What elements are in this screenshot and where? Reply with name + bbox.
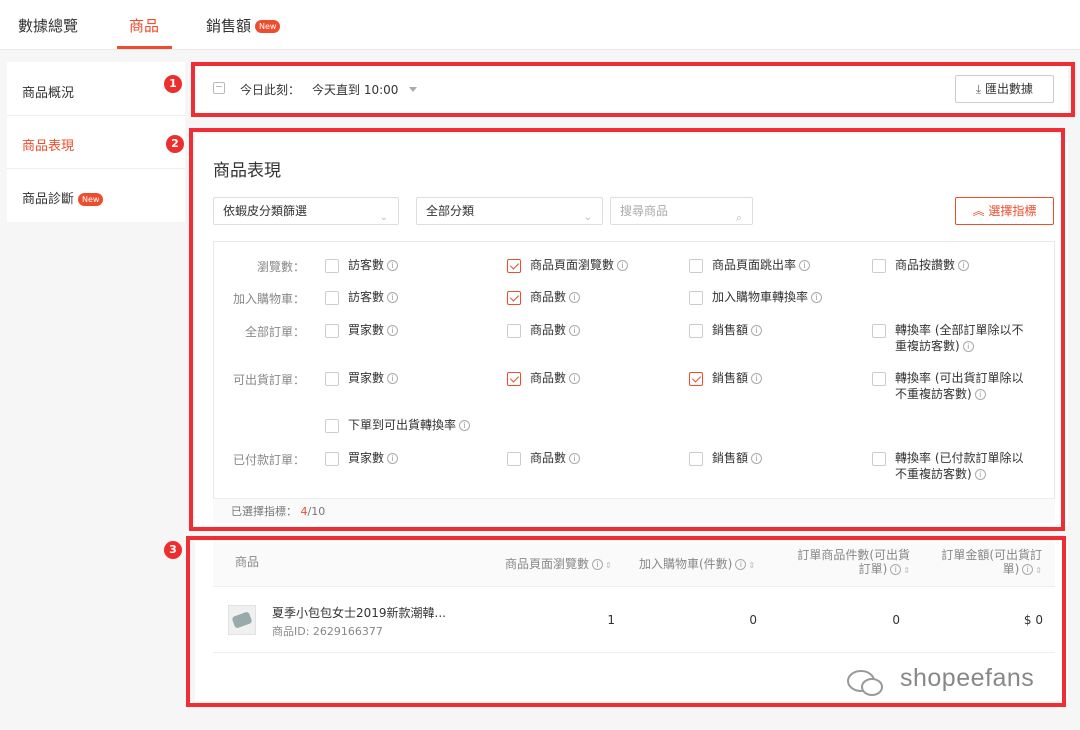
marker-3: 3 <box>164 541 182 559</box>
sidebar-divider <box>7 168 185 169</box>
sidebar-item-product-overview[interactable]: 商品概況 <box>22 82 74 101</box>
sidebar-item-product-diagnosis[interactable]: 商品診斷 New <box>22 188 104 207</box>
tab-sales-label: 銷售額 <box>206 17 252 35</box>
highlight-box-1 <box>191 62 1075 117</box>
tab-sales[interactable]: 銷售額 New <box>206 15 281 36</box>
marker-2: 2 <box>166 135 184 153</box>
new-badge: New <box>78 193 104 206</box>
sidebar-item-label: 商品診斷 <box>22 192 75 207</box>
highlight-box-2 <box>189 128 1065 531</box>
new-badge: New <box>255 20 281 33</box>
tab-data-overview[interactable]: 數據總覽 <box>18 15 78 36</box>
watermark-text: shopeefans <box>900 664 1035 692</box>
marker-1: 1 <box>164 75 182 93</box>
sidebar: 商品概況 商品表現 商品診斷 New <box>7 62 185 222</box>
tab-products[interactable]: 商品 <box>129 15 159 36</box>
wechat-icon <box>847 670 883 696</box>
active-tab-underline <box>117 46 172 49</box>
sidebar-divider <box>7 115 185 116</box>
sidebar-item-product-performance[interactable]: 商品表現 <box>22 135 74 154</box>
top-nav: 數據總覽 商品 銷售額 New <box>0 0 1080 50</box>
